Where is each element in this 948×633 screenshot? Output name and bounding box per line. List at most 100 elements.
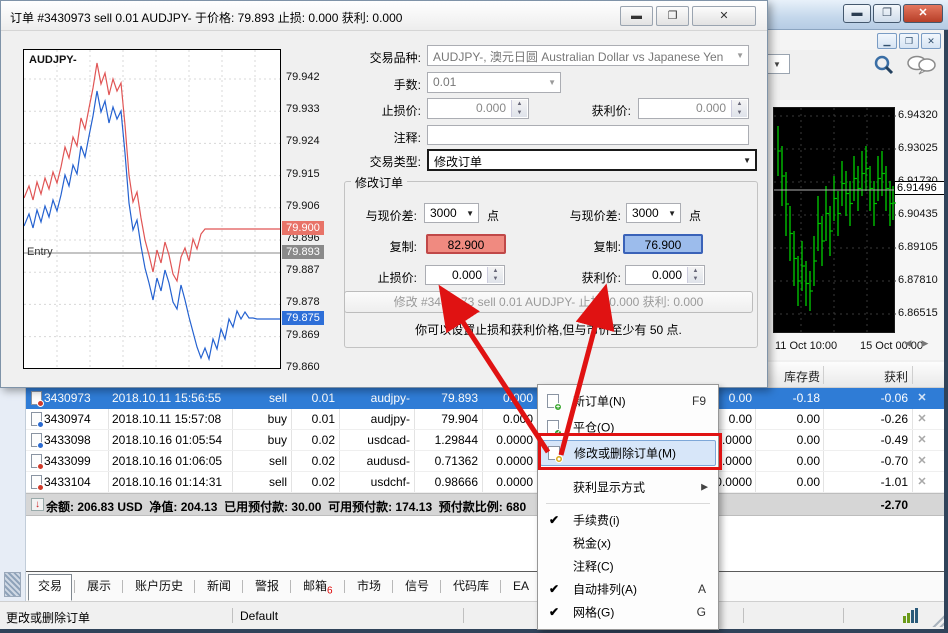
order-type-icon [31,433,42,447]
menu-item-自动排列A[interactable]: ✔自动排列(A)A [540,577,716,600]
cell-sl: 0.0000 [481,475,533,489]
cell-order: 3433098 [44,433,106,447]
cell-symbol: usdchf- [340,475,410,489]
close-order-icon[interactable]: ✕ [914,475,930,488]
maximize-icon[interactable]: ❐ [873,4,901,23]
child-minimize-icon[interactable]: ▁ [877,33,897,49]
stoploss-field[interactable]: 0.000 ▲▼ [427,98,529,119]
modify-sl-spinner[interactable]: ▲▼ [487,267,503,283]
comment-input[interactable] [427,125,749,145]
modify-tp-spinner[interactable]: ▲▼ [687,267,703,283]
table-row[interactable]: 34330992018.10.16 01:06:05sell0.02audusd… [26,451,948,472]
cell-price: 0.98666 [414,475,478,489]
menu-item-新订单N[interactable]: +新订单(N)F9 [540,388,716,414]
close-order-icon[interactable]: ✕ [914,454,930,467]
modify-sl-label: 止损价: [353,269,417,286]
cell-order: 3433104 [44,475,106,489]
scroll-left-icon[interactable]: ◀ [901,337,915,349]
stoploss-spinner[interactable]: ▲▼ [511,100,527,117]
orders-table: 34309732018.10.11 15:56:55sell0.01audjpy… [26,388,948,571]
points-label-left: 点 [487,207,507,224]
cell-lots: 0.02 [295,433,335,447]
child-close-icon[interactable]: ✕ [921,33,941,49]
cell-sl: 0.0000 [481,454,533,468]
symbol-select[interactable]: AUDJPY-, 澳元日圆 Australian Dollar vs Japan… [427,45,749,66]
level-select-left[interactable]: 3000▼ [424,203,479,223]
tab-展示[interactable]: 展示 [78,575,120,599]
points-label-right: 点 [689,207,709,224]
cell-type: sell [237,454,287,468]
tab-邮箱[interactable]: 邮箱6 [294,575,342,599]
cell-time: 2018.10.16 01:05:54 [112,433,230,447]
tab-separator [500,580,501,593]
close-order-icon[interactable]: ✕ [914,433,930,446]
modify-tp-label: 获利价: [557,269,621,286]
table-row[interactable]: 34309732018.10.11 15:56:55sell0.01audjpy… [26,388,948,409]
dialog-titlebar: 订单 #3430973 sell 0.01 AUDJPY- 于价格: 79.89… [1,1,767,31]
status-profile[interactable]: Default [240,609,278,623]
panel-grip-icon[interactable] [4,572,21,597]
cell-order: 3430974 [44,412,106,426]
search-icon[interactable] [873,54,895,76]
close-order-icon[interactable]: ✕ [914,412,930,425]
modify-sl-field[interactable]: 0.000 ▲▼ [425,265,505,285]
check-icon: ✔ [549,605,559,619]
dialog-close-icon[interactable]: ✕ [692,6,756,26]
account-summary-row: ↓余额: 206.83 USD 净值: 204.13 已用预付款: 30.00 … [26,493,948,516]
tab-separator [392,580,393,593]
tab-代码库[interactable]: 代码库 [444,575,498,599]
tab-账户历史[interactable]: 账户历史 [126,575,192,599]
menu-item-注释C[interactable]: 注释(C) [540,554,716,577]
cell-profit: -1.01 [838,475,908,489]
modify-order-button[interactable]: 修改 #3430973 sell 0.01 AUDJPY- 止损: 0.000 … [344,291,753,313]
close-order-icon[interactable]: ✕ [914,391,930,404]
copy-sell-price-button[interactable]: 82.900 [426,234,506,254]
dialog-minimize-icon[interactable]: ▬ [620,6,653,26]
volume-select[interactable]: 0.01▼ [427,72,561,93]
level-select-right[interactable]: 3000▼ [626,203,681,223]
menu-item-label: 税金(x) [573,534,611,551]
tab-交易[interactable]: 交易 [28,574,72,601]
tab-市场[interactable]: 市场 [348,575,390,599]
column-header-profit[interactable]: 获利 [838,368,908,385]
tab-新闻[interactable]: 新闻 [198,575,240,599]
chat-icon[interactable] [906,55,936,75]
modify-tp-field[interactable]: 0.000 ▲▼ [625,265,705,285]
price-tick: 6.90435 [898,208,948,220]
price-tick: 79.924 [286,135,320,147]
stoploss-label: 止损价: [341,102,421,119]
close-icon[interactable]: ✕ [903,4,943,23]
column-header-swap[interactable]: 库存费 [760,368,820,385]
table-row[interactable]: 34331042018.10.16 01:14:31sell0.02usdchf… [26,472,948,493]
menu-item-手续费i[interactable]: ✔手续费(i) [540,508,716,531]
market-chart[interactable] [773,107,895,333]
takeprofit-spinner[interactable]: ▲▼ [731,100,747,117]
menu-item-获利显示方式[interactable]: 获利显示方式▶ [540,474,716,500]
tab-信号[interactable]: 信号 [396,575,438,599]
toolbar: ▼ [768,50,948,80]
time-axis-label: 11 Oct 10:00 [775,340,837,352]
bid-price-badge: 79.875 [282,311,324,325]
cell-type: sell [237,391,287,405]
table-row[interactable]: 34330982018.10.16 01:05:54buy0.02usdcad-… [26,430,948,451]
child-restore-icon[interactable]: ❐ [899,33,919,49]
screen: ▬ ❐ ✕ ▁ ❐ ✕ ▼ 6.943206.930256.917306.904… [0,0,948,633]
scroll-right-icon[interactable]: ▶ [918,337,932,349]
copy-buy-price-button[interactable]: 76.900 [623,234,703,254]
cell-lots: 0.02 [295,454,335,468]
tab-警报[interactable]: 警报 [246,575,288,599]
window-edge [0,629,948,633]
minimize-icon[interactable]: ▬ [843,4,871,23]
cell-price: 79.904 [414,412,478,426]
volume-label: 手数: [341,76,421,93]
table-row[interactable]: 34309742018.10.11 15:57:08buy0.01audjpy-… [26,409,948,430]
trade-type-select[interactable]: 修改订单▼ [427,149,757,171]
market-chart-panel[interactable]: 6.943206.930256.917306.904356.891056.878… [768,100,948,360]
cell-swap: 0.00 [760,412,820,426]
menu-item-税金x[interactable]: 税金(x) [540,531,716,554]
menu-item-网格G[interactable]: ✔网格(G)G [540,600,716,623]
takeprofit-field[interactable]: 0.000 ▲▼ [638,98,749,119]
dialog-maximize-icon[interactable]: ❐ [656,6,689,26]
tab-EA[interactable]: EA [504,575,538,599]
mail-count-badge: 6 [327,585,333,596]
